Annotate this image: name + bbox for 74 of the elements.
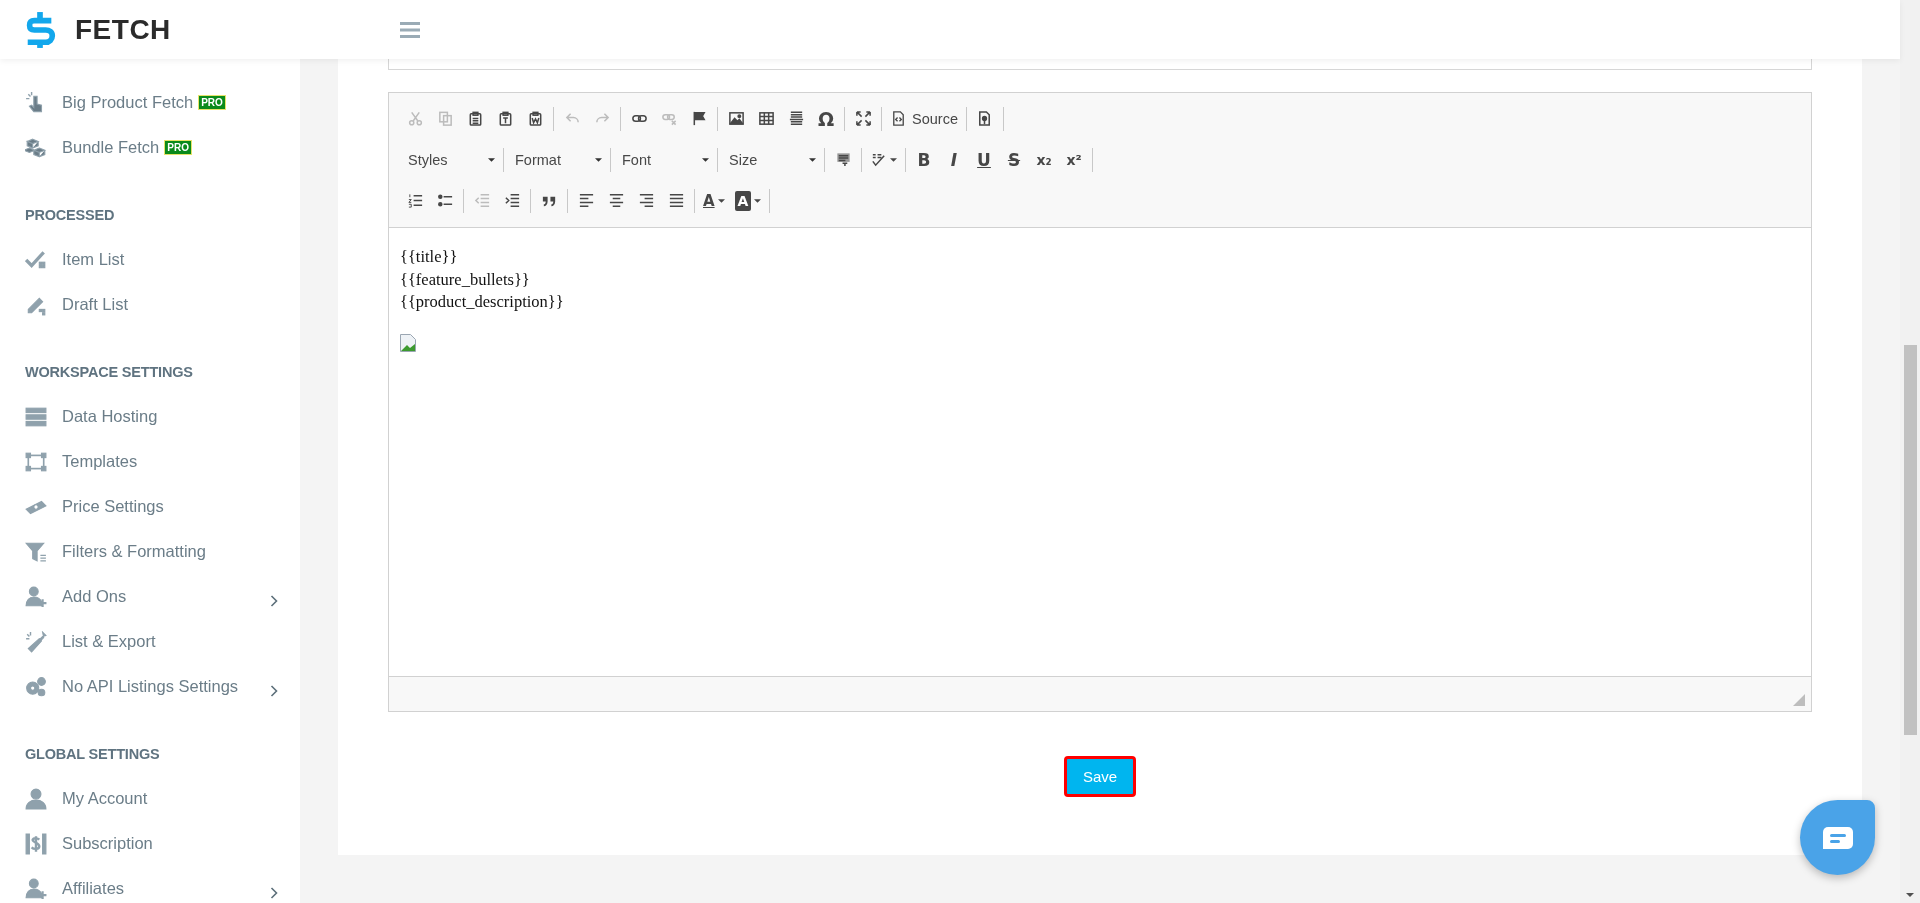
sidebar-item[interactable]: No API Listings Settings	[0, 664, 300, 709]
subscript-button[interactable]: x₂	[1029, 145, 1059, 174]
spellcheck-icon	[870, 151, 887, 168]
template-line: {{product_description}}	[400, 291, 565, 313]
italic-button[interactable]: I	[939, 145, 969, 174]
cubes-icon	[25, 136, 47, 159]
underline-button[interactable]: U	[969, 145, 999, 174]
sidebar-item[interactable]: Affiliates	[0, 866, 300, 903]
caret-icon	[809, 157, 816, 162]
sidebar-item[interactable]: Data Hosting	[0, 394, 300, 439]
server-icon	[25, 405, 47, 428]
maximize-icon	[854, 110, 872, 127]
bullet-list-icon	[436, 192, 454, 209]
section-heading: GLOBAL SETTINGS	[24, 745, 161, 764]
paragraph-icon	[834, 151, 852, 168]
dropdown-combo[interactable]: Size	[721, 145, 821, 174]
caret-icon	[702, 157, 709, 162]
code-file-icon	[890, 110, 907, 127]
checkmark-icon	[25, 248, 47, 271]
section-heading: PROCESSED	[24, 206, 116, 225]
superscript-button[interactable]: x²	[1059, 145, 1089, 174]
user-icon	[25, 787, 47, 810]
caret-icon	[595, 157, 602, 162]
sidebar-item[interactable]: My Account	[0, 776, 300, 821]
dropdown-combo[interactable]: Font	[614, 145, 714, 174]
image-icon	[727, 110, 745, 127]
filter-icon	[25, 540, 47, 563]
omega-button[interactable]: Ω	[811, 104, 841, 133]
align-justify-icon	[667, 192, 685, 209]
background-color-button[interactable]: A	[729, 186, 767, 215]
pro-badge: PRO	[164, 140, 192, 155]
template-line: {{feature_bullets}}	[400, 268, 531, 291]
sidebar-item[interactable]: Add Ons	[0, 574, 300, 619]
gears-icon	[25, 675, 47, 698]
sidebar-item[interactable]: Bundle Fetch PRO	[0, 125, 300, 170]
sidebar-item[interactable]: Item List	[0, 237, 300, 282]
numbered-list-icon	[406, 192, 424, 209]
sidebar-item[interactable]: List & Export	[0, 619, 300, 664]
dropdown-combo[interactable]: Format	[507, 145, 607, 174]
dropdown-combo[interactable]: Styles	[400, 145, 500, 174]
template-line: {{title}}	[400, 246, 459, 268]
caret-icon	[488, 157, 495, 162]
align-center-icon	[607, 192, 625, 209]
horizontal-rule-icon	[787, 110, 805, 127]
sidebar-item[interactable]: Filters & Formatting	[0, 529, 300, 574]
user-plus-icon	[25, 585, 47, 608]
align-right-icon	[637, 192, 655, 209]
scrollbar-thumb[interactable]	[1904, 345, 1917, 735]
sidebar-item[interactable]: Subscription	[0, 821, 300, 866]
dollar-icon	[25, 832, 47, 855]
section-heading: WORKSPACE SETTINGS	[24, 363, 194, 382]
wrench-icon	[25, 630, 47, 653]
sidebar-item[interactable]: Draft List	[0, 282, 300, 327]
align-left-icon	[577, 192, 595, 209]
logo-text: FETCH	[75, 13, 171, 46]
text-color-button[interactable]: A	[698, 186, 730, 215]
resize-grip-icon[interactable]	[1793, 694, 1805, 706]
sidebar-item[interactable]: Price Settings	[0, 484, 300, 529]
scroll-down-icon[interactable]	[1906, 893, 1914, 897]
sidebar-item[interactable]: Big Product Fetch PRO	[0, 80, 300, 125]
strike-button[interactable]: S	[999, 145, 1029, 174]
chat-button[interactable]	[1800, 800, 1875, 875]
user-plus-icon	[25, 877, 47, 900]
table-icon	[757, 110, 775, 127]
source-button[interactable]: Source	[885, 104, 963, 133]
outdent-icon	[473, 192, 491, 209]
bold-button[interactable]: B	[909, 145, 939, 174]
scissors-icon	[406, 110, 424, 127]
copy-icon	[436, 110, 454, 127]
sidebar-item[interactable]: Templates	[0, 439, 300, 484]
pro-badge: PRO	[198, 95, 226, 110]
frame-icon	[25, 450, 47, 473]
indent-icon	[503, 192, 521, 209]
chat-icon	[1822, 826, 1853, 849]
